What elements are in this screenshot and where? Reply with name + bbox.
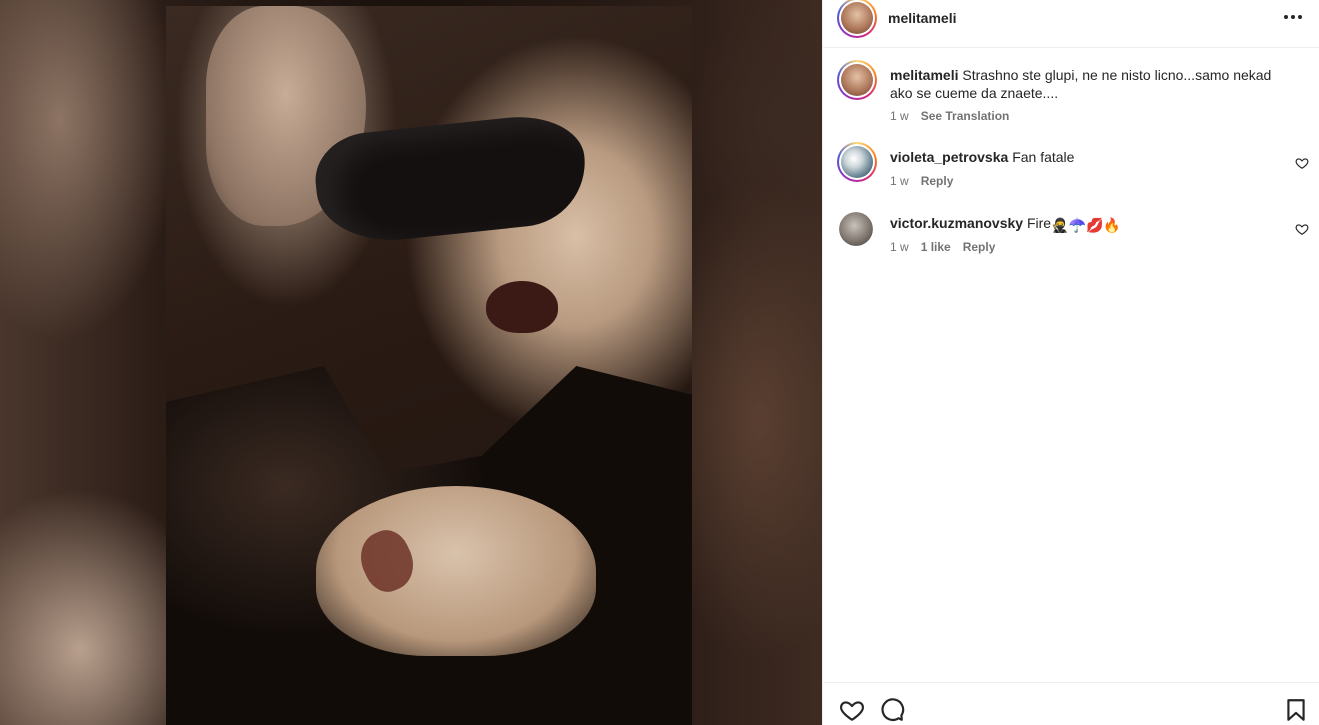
comment-body: victor.kuzmanovsky Fire🥷☂️💋🔥 [890, 214, 1290, 234]
comment-time[interactable]: 1 w [890, 240, 909, 254]
comment-body: melitameli Strashno ste glupi, ne ne nis… [890, 66, 1290, 102]
comment-avatar[interactable] [839, 212, 873, 246]
heart-icon[interactable] [839, 697, 865, 723]
comment-meta: 1 w See Translation [890, 109, 1009, 123]
comment-time[interactable]: 1 w [890, 109, 909, 123]
see-translation-button[interactable]: See Translation [921, 109, 1010, 123]
comment-meta: 1 w 1 like Reply [890, 240, 995, 254]
bookmark-icon[interactable] [1283, 697, 1309, 723]
post-header: melitameli [823, 0, 1319, 48]
post-side-panel: melitameli melitameli Strashno ste glupi… [822, 0, 1319, 725]
comment-text: Fan fatale [1012, 149, 1075, 165]
comment-username[interactable]: melitameli [890, 67, 958, 83]
comment-text: Fire [1026, 215, 1052, 231]
like-comment-heart-icon[interactable] [1295, 156, 1309, 170]
photo-lips [486, 281, 558, 333]
post-action-bar [823, 682, 1319, 725]
author-avatar[interactable] [837, 0, 877, 38]
comment-avatar[interactable] [837, 60, 877, 100]
comment-emojis: 🥷☂️💋🔥 [1051, 217, 1121, 233]
reply-button[interactable]: Reply [963, 240, 996, 254]
post-media-panel [0, 0, 822, 725]
comment-bubble-icon[interactable] [879, 697, 905, 723]
more-options-icon[interactable] [1278, 5, 1308, 29]
comment-avatar[interactable] [837, 142, 877, 182]
comment-body: violeta_petrovska Fan fatale [890, 148, 1290, 166]
comment-time[interactable]: 1 w [890, 174, 909, 188]
comment-username[interactable]: violeta_petrovska [890, 149, 1008, 165]
comment-likes-count[interactable]: 1 like [921, 240, 951, 254]
post-photo[interactable] [166, 6, 692, 725]
like-comment-heart-icon[interactable] [1295, 222, 1309, 236]
author-username[interactable]: melitameli [888, 10, 956, 26]
comment-meta: 1 w Reply [890, 174, 953, 188]
photo-chest [316, 486, 596, 656]
reply-button[interactable]: Reply [921, 174, 954, 188]
comment-username[interactable]: victor.kuzmanovsky [890, 215, 1023, 231]
